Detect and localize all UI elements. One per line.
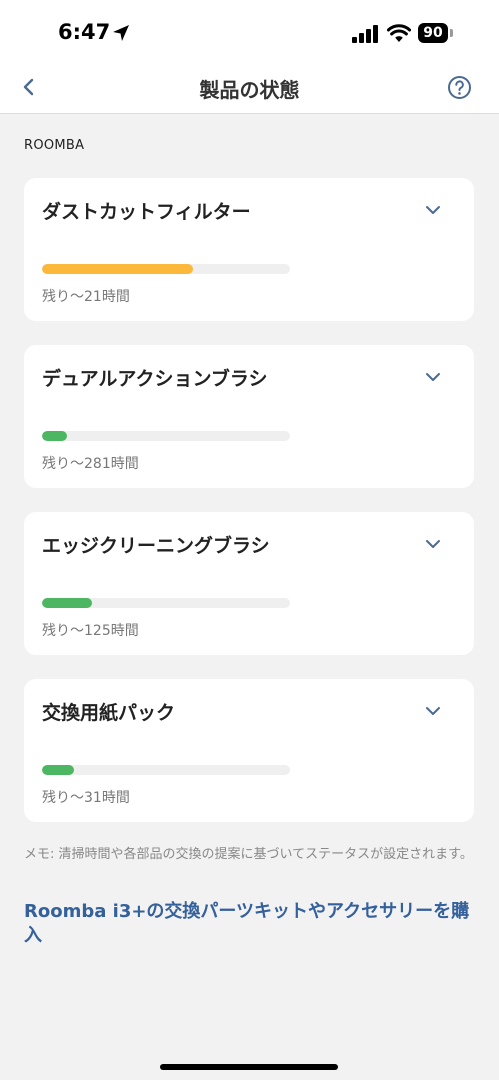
progress-fill	[42, 431, 67, 441]
battery-cap	[450, 29, 453, 37]
card-title: エッジクリーニングブラシ	[42, 535, 270, 557]
buy-parts-link[interactable]: Roomba i3+の交換パーツキットやアクセサリーを購入	[24, 900, 476, 948]
progress-fill	[42, 264, 194, 274]
card-dual-action-brush[interactable]: デュアルアクションブラシ 残り〜281時間	[24, 345, 474, 488]
remaining-time: 残り〜21時間	[42, 289, 130, 305]
progress-fill	[42, 598, 92, 608]
progress-fill	[42, 765, 75, 775]
card-dust-filter[interactable]: ダストカットフィルター 残り〜21時間	[24, 178, 474, 321]
card-paper-bag[interactable]: 交換用紙パック 残り〜31時間	[24, 679, 474, 822]
chevron-down-icon[interactable]	[423, 534, 443, 554]
progress-bar	[42, 264, 290, 274]
card-title: ダストカットフィルター	[42, 201, 251, 223]
battery-level: 90	[418, 23, 448, 43]
card-title: デュアルアクションブラシ	[42, 368, 268, 390]
nav-bar: 製品の状態	[0, 62, 499, 114]
page-title: 製品の状態	[199, 78, 300, 102]
location-arrow-icon	[113, 25, 129, 41]
remaining-time: 残り〜281時間	[42, 456, 139, 472]
progress-bar	[42, 765, 290, 775]
chevron-down-icon[interactable]	[423, 200, 443, 220]
status-time: 6:47	[58, 20, 111, 44]
help-icon[interactable]	[447, 75, 472, 100]
status-bar: 6:47 90	[0, 0, 499, 62]
progress-bar	[42, 598, 290, 608]
chevron-down-icon[interactable]	[423, 367, 443, 387]
cellular-signal-icon	[352, 25, 378, 43]
wifi-icon	[387, 24, 411, 42]
status-note: メモ: 清掃時間や各部品の交換の提案に基づいてステータスが設定されます。	[24, 847, 473, 862]
chevron-down-icon[interactable]	[423, 701, 443, 721]
remaining-time: 残り〜31時間	[42, 790, 130, 806]
card-edge-cleaning-brush[interactable]: エッジクリーニングブラシ 残り〜125時間	[24, 512, 474, 655]
section-label: ROOMBA	[24, 138, 85, 153]
remaining-time: 残り〜125時間	[42, 623, 139, 639]
card-title: 交換用紙パック	[42, 702, 176, 724]
home-indicator[interactable]	[160, 1064, 338, 1070]
progress-bar	[42, 431, 290, 441]
battery-indicator: 90	[418, 23, 453, 43]
